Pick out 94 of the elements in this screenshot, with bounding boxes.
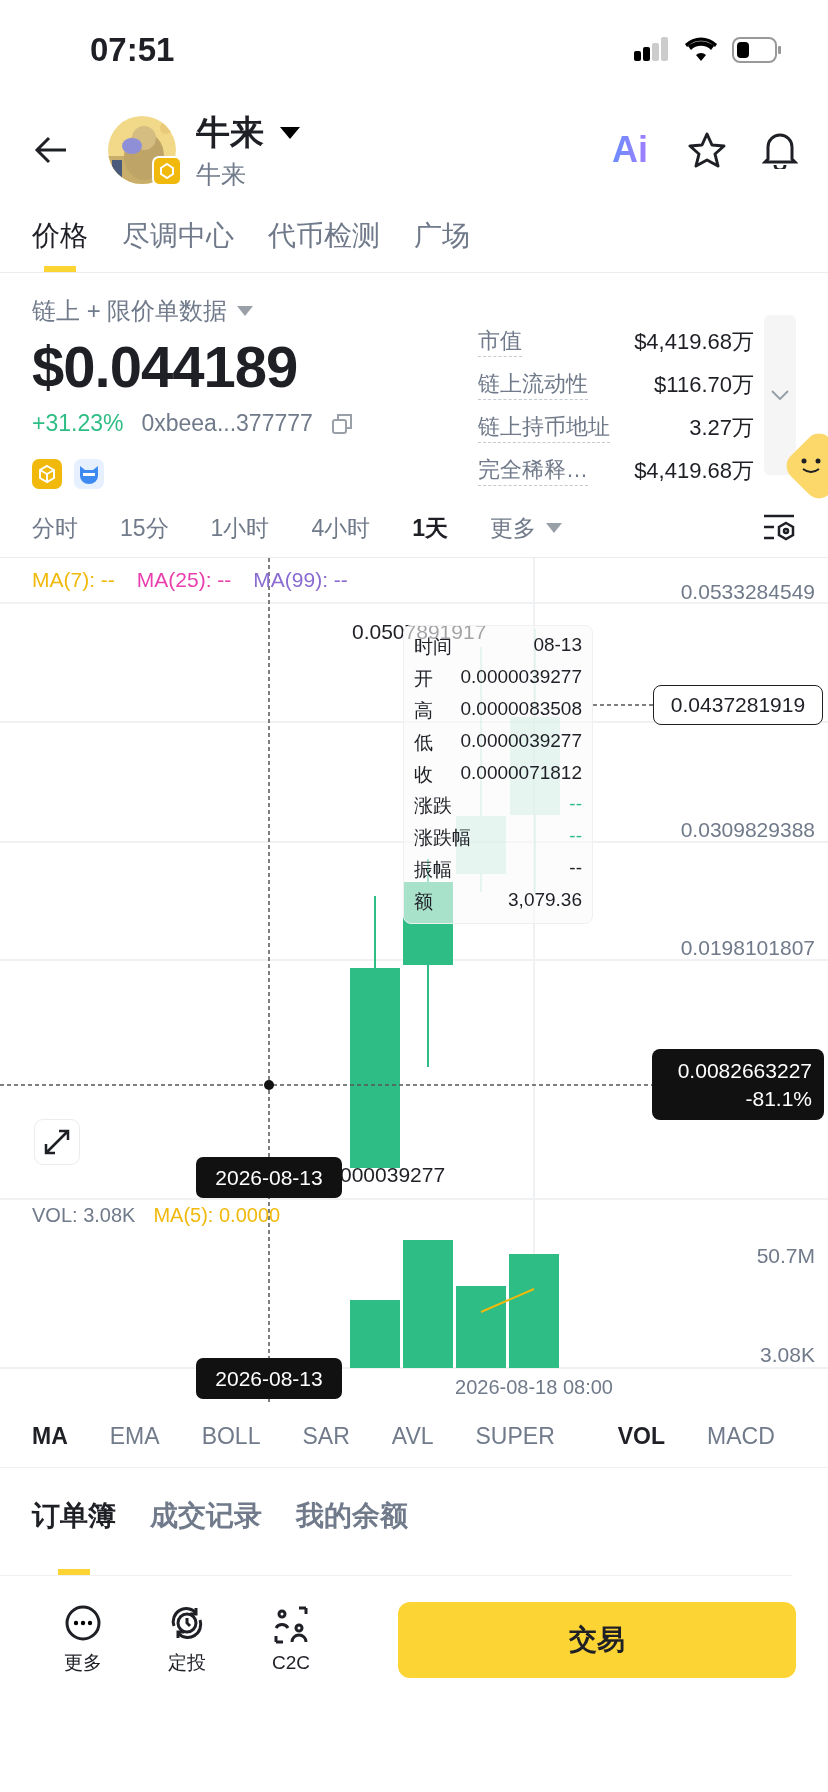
tooltip-value: -- bbox=[569, 793, 582, 817]
tooltip-value: 0.0000071812 bbox=[460, 761, 582, 785]
ma-legend: MA(7): -- bbox=[32, 568, 115, 592]
tooltip-label: 开 bbox=[414, 666, 433, 691]
contract-address: 0xbeea...377777 bbox=[141, 410, 313, 437]
fullscreen-button[interactable] bbox=[34, 1119, 80, 1165]
token-name[interactable]: 牛来 bbox=[196, 109, 264, 156]
chain-badge-icon bbox=[152, 156, 182, 186]
price-axis-label: 0.0533284549 bbox=[680, 580, 815, 604]
tooltip-label: 振幅 bbox=[414, 858, 452, 883]
indicator-tab[interactable]: EMA bbox=[109, 1422, 160, 1450]
volume-axis-label: 50.7M bbox=[756, 1244, 815, 1268]
interval-tab[interactable]: 4小时 bbox=[311, 512, 371, 544]
tooltip-value: -- bbox=[569, 825, 582, 849]
copy-icon[interactable] bbox=[330, 412, 353, 435]
tooltip-label: 高 bbox=[414, 698, 433, 723]
stat-label[interactable]: 链上流动性 bbox=[478, 369, 588, 400]
stat-value: $4,419.68万 bbox=[634, 456, 754, 485]
ma-line bbox=[480, 1288, 535, 1313]
stat-label[interactable]: 链上持币地址 bbox=[478, 412, 610, 443]
crosshair-date: 2026-08-13 bbox=[196, 1157, 342, 1198]
signal-icon bbox=[634, 37, 670, 63]
tab[interactable]: 价格 bbox=[32, 200, 88, 272]
interval-tab[interactable]: 15分 bbox=[120, 512, 169, 544]
people-scan-icon bbox=[272, 1606, 310, 1644]
token-subtitle: 牛来 bbox=[196, 158, 247, 190]
tooltip-value: -- bbox=[569, 857, 582, 881]
tooltip-value: 0.0000039277 bbox=[460, 665, 582, 689]
tooltip-label: 涨跌 bbox=[414, 794, 452, 819]
action-button[interactable]: 定投 bbox=[152, 1604, 222, 1676]
tooltip-label: 收 bbox=[414, 762, 433, 787]
stat-value: 3.27万 bbox=[689, 413, 754, 442]
volume-legend: VOL: 3.08K bbox=[32, 1204, 136, 1227]
chain-icon bbox=[32, 459, 62, 489]
tooltip-label: 低 bbox=[414, 730, 433, 755]
tab[interactable]: 尽调中心 bbox=[122, 200, 234, 272]
tab[interactable]: 广场 bbox=[414, 200, 470, 272]
crosshair-dot bbox=[264, 1080, 274, 1090]
interval-tab[interactable]: 1小时 bbox=[210, 512, 270, 544]
more-icon bbox=[64, 1604, 102, 1642]
star-icon[interactable] bbox=[688, 132, 726, 168]
volume-axis-label: 3.08K bbox=[760, 1343, 815, 1367]
indicator-tab[interactable]: SAR bbox=[302, 1422, 350, 1450]
indicator-tab[interactable]: MACD bbox=[707, 1422, 775, 1450]
stat-value: $116.70万 bbox=[654, 370, 754, 399]
volume-ma-legend: MA(5): 0.0000 bbox=[153, 1204, 281, 1227]
leader-line bbox=[592, 704, 654, 706]
price: $0.044189 bbox=[32, 333, 299, 400]
wifi-icon bbox=[684, 37, 718, 63]
indicator-tab[interactable]: BOLL bbox=[201, 1422, 261, 1450]
price-axis-label: 0.0198101807 bbox=[680, 936, 815, 960]
crosshair-date: 2026-08-13 bbox=[196, 1358, 342, 1399]
tooltip-value: 08-13 bbox=[533, 634, 582, 657]
ma-legend: MA(25): -- bbox=[136, 568, 232, 592]
tab[interactable]: 我的余额 bbox=[296, 1497, 408, 1575]
price-change: +31.23% bbox=[32, 410, 124, 437]
tab[interactable]: 成交记录 bbox=[150, 1497, 262, 1575]
stat-value: $4,419.68万 bbox=[634, 327, 754, 356]
trade-button[interactable]: 交易 bbox=[398, 1602, 796, 1678]
indicator-tab[interactable]: VOL bbox=[617, 1422, 666, 1450]
time-axis-label: 2026-08-18 08:00 bbox=[455, 1376, 613, 1399]
tooltip-value: 0.0000039277 bbox=[460, 729, 582, 753]
action-button[interactable]: C2C bbox=[256, 1606, 326, 1674]
action-button[interactable]: 更多 bbox=[48, 1604, 118, 1676]
chart-settings-icon[interactable] bbox=[762, 513, 796, 543]
interval-tab[interactable]: 1天 bbox=[412, 512, 448, 544]
ma-legend: MA(99): -- bbox=[253, 568, 348, 592]
stat-label[interactable]: 完全稀释… bbox=[478, 455, 588, 486]
tooltip-label: 额 bbox=[414, 890, 433, 914]
tab[interactable]: 代币检测 bbox=[268, 200, 380, 272]
indicator-tab[interactable]: SUPER bbox=[475, 1422, 555, 1450]
interval-tab[interactable]: 更多 bbox=[490, 512, 562, 544]
price-axis-label: 0.0309829388 bbox=[680, 818, 815, 842]
volume-bar bbox=[350, 1300, 400, 1368]
tab[interactable]: 订单簿 bbox=[32, 1497, 116, 1575]
indicator-tab[interactable]: AVL bbox=[391, 1422, 434, 1450]
data-source-selector[interactable]: 链上 + 限价单数据 bbox=[32, 295, 228, 327]
price-marker: 0.0437281919 bbox=[653, 685, 823, 725]
tooltip-value: 0.0000083508 bbox=[460, 697, 582, 721]
bell-icon[interactable] bbox=[762, 131, 798, 169]
dropdown-caret-icon[interactable] bbox=[280, 126, 300, 139]
tooltip-value: 3,079.36 bbox=[508, 889, 582, 912]
low-price-label: 000039277 bbox=[340, 1163, 446, 1187]
cat-face-icon bbox=[74, 459, 104, 489]
expand-icon[interactable] bbox=[43, 1128, 71, 1156]
crosshair-price: 0.0082663227 bbox=[677, 1058, 812, 1083]
interval-tab[interactable]: 分时 bbox=[32, 512, 78, 544]
back-arrow-icon[interactable] bbox=[34, 136, 68, 164]
tooltip-label: 涨跌幅 bbox=[414, 826, 471, 851]
status-time: 07:51 bbox=[90, 31, 175, 69]
indicator-tab[interactable]: MA bbox=[32, 1422, 68, 1450]
stat-label[interactable]: 市值 bbox=[478, 326, 522, 357]
crosshair-change: -81.1% bbox=[745, 1086, 812, 1111]
battery-icon bbox=[732, 37, 782, 63]
